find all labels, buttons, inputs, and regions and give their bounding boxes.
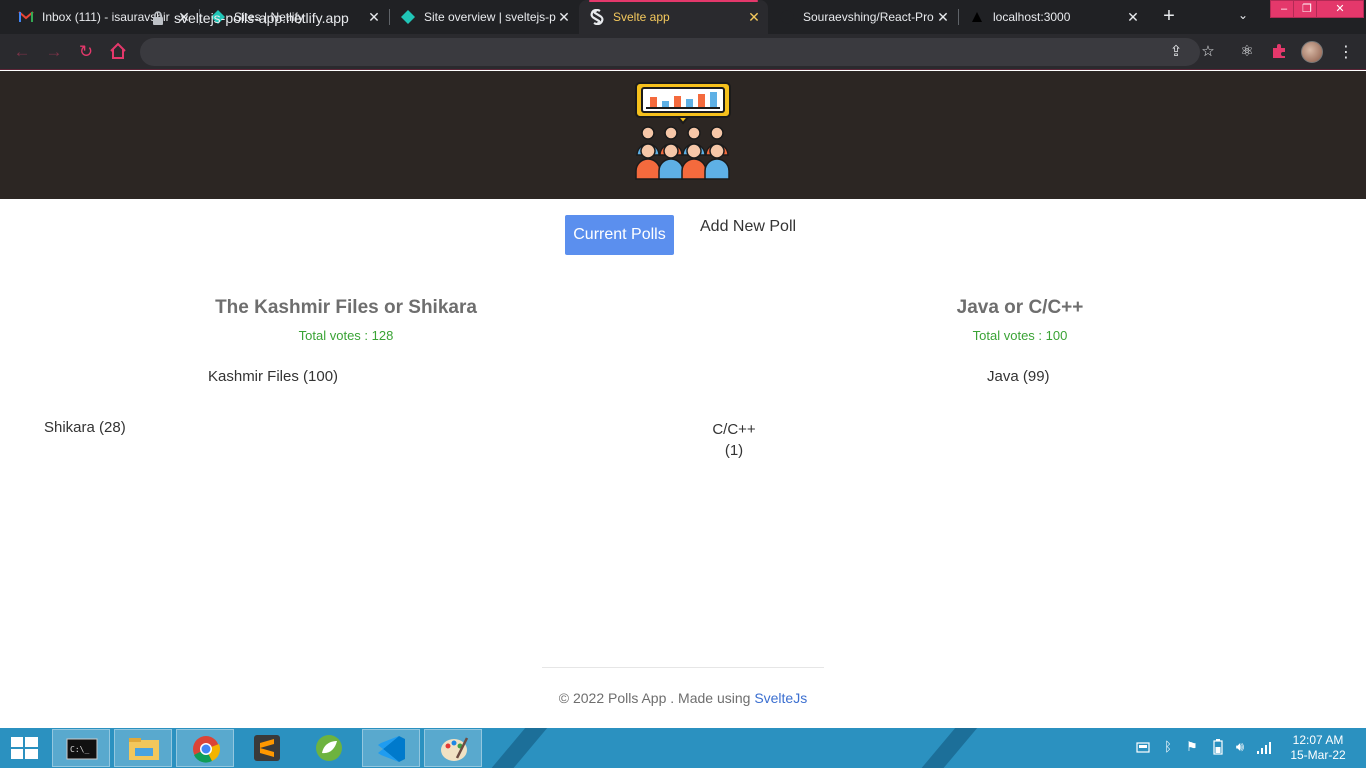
close-window-button[interactable]: ✕ xyxy=(1316,0,1364,18)
bookmark-star-icon[interactable]: ☆ xyxy=(1199,43,1217,61)
sveltejs-link[interactable]: SvelteJs xyxy=(754,690,807,706)
address-bar[interactable] xyxy=(140,38,1200,66)
file-explorer-icon[interactable] xyxy=(114,729,172,767)
vercel-icon xyxy=(969,9,985,25)
new-tab-button[interactable]: + xyxy=(1158,6,1180,28)
poll-option[interactable]: Shikara (28) xyxy=(44,419,126,436)
extensions-puzzle-icon[interactable] xyxy=(1270,43,1288,61)
close-tab-icon[interactable]: ✕ xyxy=(746,9,762,26)
wifi-signal-icon[interactable] xyxy=(1256,739,1272,755)
sublime-text-icon[interactable] xyxy=(238,729,296,767)
windows-start-icon[interactable] xyxy=(11,737,38,759)
tab-gmail-inbox[interactable]: Inbox (111) - isauravshir ✕ xyxy=(8,0,198,34)
footer-divider xyxy=(542,667,824,668)
poll-question: The Kashmir Files or Shikara xyxy=(215,297,477,318)
tab-title: Site overview | sveltejs-p xyxy=(424,10,556,24)
tab-title: localhost:3000 xyxy=(993,10,1071,24)
github-icon xyxy=(779,9,795,25)
volume-icon[interactable]: 🔊︎ xyxy=(1232,739,1248,755)
tab-search-button[interactable]: ⌄ xyxy=(1238,8,1248,22)
taskbar-decoration xyxy=(904,728,978,768)
close-tab-icon[interactable]: ✕ xyxy=(556,9,572,26)
browser-toolbar: ← → ↻ xyxy=(0,34,1366,70)
back-arrow-icon[interactable]: ← xyxy=(12,42,32,62)
poll-option-count: (1) xyxy=(724,442,744,459)
windows-taskbar: C:\_ ᛒ ⚑ 🔊︎ xyxy=(0,728,1366,768)
close-tab-icon[interactable]: ✕ xyxy=(935,9,951,26)
tab-site-overview[interactable]: Site overview | sveltejs-p ✕ xyxy=(390,0,578,34)
profile-avatar[interactable] xyxy=(1301,41,1323,63)
gmail-icon xyxy=(18,9,34,25)
home-icon[interactable] xyxy=(108,42,128,62)
flag-icon[interactable]: ⚑ xyxy=(1184,739,1200,755)
close-tab-icon[interactable]: ✕ xyxy=(366,9,382,26)
tab-add-new-poll[interactable]: Add New Poll xyxy=(700,216,796,238)
reload-icon[interactable]: ↻ xyxy=(76,42,96,62)
poll-option[interactable]: Java (99) xyxy=(987,368,1050,385)
tab-svelte-app[interactable]: Svelte app ✕ xyxy=(579,0,768,34)
poll-option[interactable]: Kashmir Files (100) xyxy=(208,368,338,385)
forward-arrow-icon[interactable]: → xyxy=(44,42,64,62)
battery-icon[interactable] xyxy=(1210,739,1226,755)
browser-menu-icon[interactable]: ⋮ xyxy=(1338,42,1354,62)
taskbar-clock[interactable]: 12:07 AM 15-Mar-22 xyxy=(1283,733,1353,763)
spring-icon[interactable] xyxy=(300,729,358,767)
vscode-icon[interactable] xyxy=(362,729,420,767)
tab-github-repo[interactable]: Souraevshing/React-Pro ✕ xyxy=(769,0,957,34)
taskbar-decoration xyxy=(474,728,548,768)
paint-icon[interactable] xyxy=(424,729,482,767)
clock-time: 12:07 AM xyxy=(1292,733,1344,747)
react-devtools-icon[interactable]: ⚛ xyxy=(1238,43,1256,61)
tab-title: Souraevshing/React-Pro xyxy=(803,10,934,24)
clock-date: 15-Mar-22 xyxy=(1290,748,1346,762)
poll-total-votes: Total votes : 100 xyxy=(972,328,1068,343)
poll-total-votes: Total votes : 128 xyxy=(298,328,394,343)
poll-question: Java or C/C++ xyxy=(956,297,1084,318)
share-icon[interactable]: ⇪ xyxy=(1167,43,1185,61)
poll-option-label: C/C++ xyxy=(712,421,756,438)
lock-icon xyxy=(153,11,163,25)
page-footer: © 2022 Polls App . Made using SvelteJs xyxy=(0,690,1366,706)
polls-logo xyxy=(635,82,731,180)
url-text[interactable]: sveltejs-polls-app.netlify.app xyxy=(174,10,349,26)
tab-title: Svelte app xyxy=(613,10,670,24)
netlify-icon xyxy=(400,9,416,25)
svelte-icon xyxy=(589,9,605,25)
close-tab-icon[interactable]: ✕ xyxy=(1125,9,1141,26)
footer-text: © 2022 Polls App . Made using xyxy=(558,690,755,706)
poll-option[interactable]: C/C++ (1) xyxy=(700,419,768,461)
chrome-icon[interactable] xyxy=(176,729,234,767)
cmd-icon[interactable]: C:\_ xyxy=(52,729,110,767)
network-drive-icon[interactable] xyxy=(1135,739,1151,755)
svg-text:C:\_: C:\_ xyxy=(70,745,89,754)
tab-current-polls[interactable]: Current Polls xyxy=(565,215,674,255)
bluetooth-icon[interactable]: ᛒ xyxy=(1160,739,1176,755)
tab-localhost[interactable]: localhost:3000 ✕ xyxy=(959,0,1147,34)
